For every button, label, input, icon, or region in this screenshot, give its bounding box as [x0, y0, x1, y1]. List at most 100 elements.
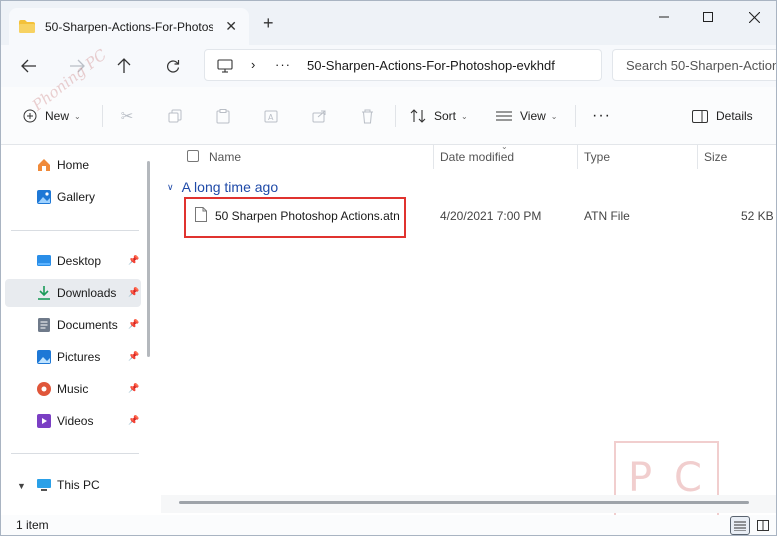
- this-pc-icon: [37, 479, 51, 491]
- plus-circle-icon: [23, 109, 37, 123]
- monitor-icon: [217, 59, 233, 73]
- sidebar-item-label: Gallery: [57, 190, 96, 204]
- refresh-icon: [167, 60, 180, 73]
- column-header-type[interactable]: Type: [584, 145, 610, 169]
- cut-icon[interactable]: ✂: [118, 107, 136, 125]
- folder-icon: [19, 20, 35, 33]
- sidebar-item-this-pc[interactable]: ▼ This PC: [5, 471, 141, 499]
- pin-icon[interactable]: 📌: [128, 415, 139, 425]
- close-tab-icon[interactable]: ✕: [225, 18, 237, 35]
- file-size: 52 KB: [741, 209, 774, 223]
- paste-icon[interactable]: [214, 107, 232, 125]
- sidebar-item-videos[interactable]: Videos 📌: [5, 407, 141, 435]
- music-icon: [37, 382, 51, 396]
- pin-icon[interactable]: 📌: [128, 319, 139, 329]
- gallery-icon: [37, 190, 51, 204]
- horizontal-scrollbar-thumb[interactable]: [179, 501, 749, 504]
- chevron-down-icon: ⌄: [550, 111, 558, 121]
- sort-indicator-icon: ⌄: [501, 142, 508, 151]
- divider: [11, 230, 139, 231]
- sidebar-item-label: Downloads: [57, 286, 117, 300]
- details-view-icon: [734, 521, 746, 531]
- divider: [575, 105, 576, 127]
- item-count: 1 item: [16, 518, 49, 532]
- divider: [395, 105, 396, 127]
- sidebar-item-label: Home: [57, 158, 90, 172]
- address-bar[interactable]: › ··· 50-Sharpen-Actions-For-Photoshop-e…: [204, 49, 602, 81]
- breadcrumb-overflow[interactable]: ···: [275, 57, 291, 72]
- column-divider[interactable]: [697, 145, 698, 169]
- pin-icon[interactable]: 📌: [128, 255, 139, 265]
- sidebar-item-music[interactable]: Music 📌: [5, 375, 141, 403]
- back-button[interactable]: [17, 55, 41, 77]
- folder-tab[interactable]: 50-Sharpen-Actions-For-Photoshop-evkhdf …: [9, 8, 249, 45]
- breadcrumb-current-folder[interactable]: 50-Sharpen-Actions-For-Photoshop-evkhdf: [307, 58, 595, 73]
- videos-icon: [37, 414, 51, 428]
- tiles-view-toggle[interactable]: [753, 516, 773, 535]
- highlight-box: [184, 197, 406, 238]
- sort-button[interactable]: Sort ⌄: [410, 105, 468, 127]
- download-icon: [38, 286, 50, 300]
- sidebar-item-label: Desktop: [57, 254, 102, 268]
- more-options-button[interactable]: ···: [592, 105, 611, 127]
- copy-icon[interactable]: [166, 107, 184, 125]
- home-icon: [38, 159, 50, 171]
- search-input[interactable]: Search 50-Sharpen-Actions: [612, 49, 777, 81]
- sidebar-item-downloads[interactable]: Downloads 📌: [5, 279, 141, 307]
- sidebar-item-pictures[interactable]: Pictures 📌: [5, 343, 141, 371]
- sidebar-item-home[interactable]: Home: [5, 151, 141, 179]
- sidebar-scrollbar[interactable]: [147, 161, 150, 357]
- arrow-left-icon: [21, 59, 36, 73]
- sidebar-item-label: Music: [57, 382, 89, 396]
- share-icon[interactable]: [310, 107, 328, 125]
- column-divider[interactable]: [577, 145, 578, 169]
- minimize-icon: [659, 16, 669, 18]
- divider: [11, 453, 139, 454]
- navigation-pane: Home Gallery Desktop 📌 Downloads 📌 Docum…: [1, 145, 151, 515]
- pictures-icon: [37, 350, 51, 364]
- chevron-right-icon[interactable]: ›: [251, 57, 255, 72]
- horizontal-scrollbar-track[interactable]: [161, 495, 776, 513]
- select-all-checkbox[interactable]: [187, 150, 199, 162]
- details-view-toggle[interactable]: [730, 516, 750, 535]
- sidebar-item-desktop[interactable]: Desktop 📌: [5, 247, 141, 275]
- sidebar-item-label: This PC: [57, 478, 100, 492]
- refresh-button[interactable]: [161, 55, 185, 77]
- sidebar-item-gallery[interactable]: Gallery: [5, 183, 141, 211]
- sort-label: Sort: [434, 109, 457, 123]
- details-button[interactable]: Details: [692, 105, 753, 127]
- command-bar: New ⌄ ✂ A Sort ⌄ View ⌄ ··· Details: [1, 87, 776, 145]
- column-divider[interactable]: [433, 145, 434, 169]
- sidebar-item-label: Pictures: [57, 350, 101, 364]
- close-window-button[interactable]: [739, 7, 769, 27]
- pin-icon[interactable]: 📌: [128, 383, 139, 393]
- tab-title: 50-Sharpen-Actions-For-Photoshop-evkhdf: [45, 19, 213, 34]
- details-pane-icon: [692, 109, 708, 123]
- column-header-size[interactable]: Size: [704, 145, 727, 169]
- divider: [102, 105, 103, 127]
- up-button[interactable]: [112, 55, 136, 77]
- column-header-name[interactable]: Name: [209, 145, 241, 169]
- new-button[interactable]: New ⌄: [23, 105, 81, 127]
- search-placeholder: Search 50-Sharpen-Actions: [626, 58, 777, 73]
- file-date-modified: 4/20/2021 7:00 PM: [440, 209, 542, 223]
- address-row: › ··· 50-Sharpen-Actions-For-Photoshop-e…: [1, 45, 777, 87]
- new-label: New: [45, 109, 70, 123]
- documents-icon: [38, 318, 50, 332]
- rename-icon[interactable]: A: [262, 107, 280, 125]
- sidebar-item-documents[interactable]: Documents 📌: [5, 311, 141, 339]
- pin-icon[interactable]: 📌: [128, 287, 139, 297]
- view-list-icon: [496, 111, 512, 121]
- group-label: A long time ago: [181, 179, 279, 195]
- svg-text:A: A: [268, 113, 274, 122]
- new-tab-button[interactable]: +: [263, 14, 274, 32]
- maximize-button[interactable]: [693, 7, 723, 27]
- view-button[interactable]: View ⌄: [496, 105, 558, 127]
- delete-icon[interactable]: [358, 107, 376, 125]
- pin-icon[interactable]: 📌: [128, 351, 139, 361]
- minimize-button[interactable]: [649, 7, 679, 27]
- file-explorer-window: 50-Sharpen-Actions-For-Photoshop-evkhdf …: [0, 0, 777, 536]
- sidebar-item-label: Documents: [57, 318, 118, 332]
- group-header[interactable]: ∨ A long time ago: [167, 179, 278, 195]
- chevron-down-icon[interactable]: ▼: [17, 481, 26, 491]
